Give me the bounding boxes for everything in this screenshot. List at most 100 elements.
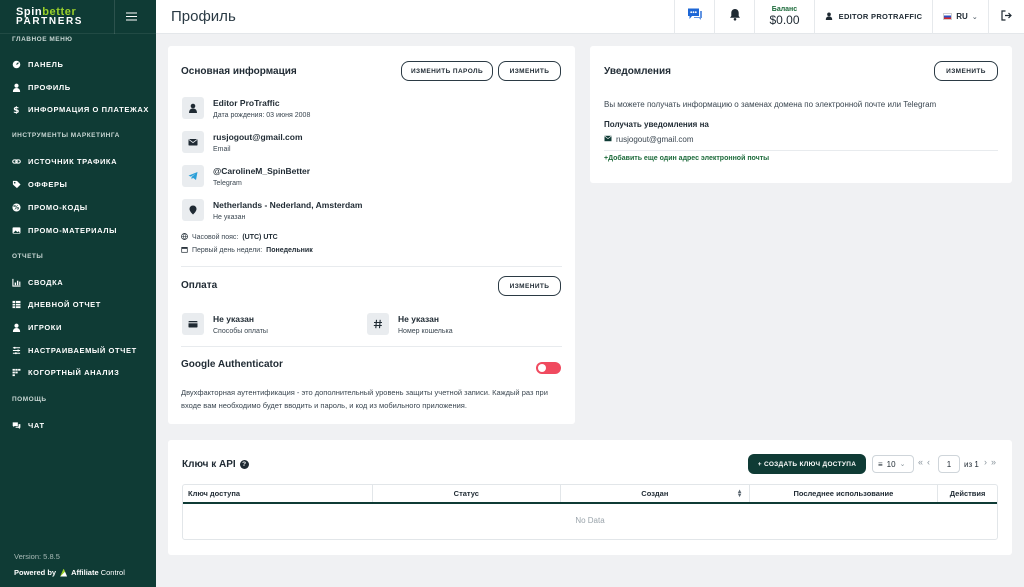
column-header-status[interactable]: Статус bbox=[373, 485, 562, 502]
bar-chart-icon bbox=[12, 278, 21, 287]
sidebar-item-summary[interactable]: СВОДКА bbox=[0, 273, 156, 291]
calendar-icon bbox=[181, 246, 188, 255]
user-full-name: Editor ProTraffic bbox=[213, 98, 280, 108]
cohort-icon bbox=[12, 368, 21, 377]
page-size-select[interactable]: ≡ 10 ⌄ bbox=[872, 455, 914, 473]
tag-icon bbox=[12, 180, 21, 189]
globe-icon bbox=[181, 233, 188, 242]
create-api-key-button[interactable]: + СОЗДАТЬ КЛЮЧ ДОСТУПА bbox=[748, 454, 866, 474]
brand-logo[interactable]: Spinbetter PARTNERS bbox=[16, 6, 83, 27]
sidebar-item-daily-report[interactable]: ДНЕВНОЙ ОТЧЕТ bbox=[0, 295, 156, 313]
wallet-number-row: Не указан Номер кошелька bbox=[367, 313, 453, 335]
column-header-created[interactable]: Создан ▲ ▼ bbox=[561, 485, 750, 502]
prev-page-icon[interactable]: ‹ bbox=[927, 457, 930, 467]
api-key-title: Ключ к API ? bbox=[182, 459, 249, 470]
affiliate-control-logo-icon bbox=[60, 568, 68, 577]
sidebar-item-cohort-analysis[interactable]: КОГОРТНЫЙ АНАЛИЗ bbox=[0, 363, 156, 381]
telegram-label: Telegram bbox=[213, 180, 242, 187]
section-title-reports: ОТЧЕТЫ bbox=[12, 253, 44, 260]
week-start-line: Первый день недели: Понедельник bbox=[181, 246, 313, 255]
edit-basic-info-button[interactable]: ИЗМЕНИТЬ bbox=[498, 61, 561, 81]
language-selector[interactable]: RU ⌄ bbox=[932, 0, 988, 34]
user-icon bbox=[12, 323, 21, 332]
top-bar: Профиль Баланс $0.00 EDITOR PROTRAFFIC R… bbox=[156, 0, 1024, 34]
logout-button[interactable] bbox=[988, 0, 1024, 34]
svg-text:%: % bbox=[13, 205, 19, 211]
sidebar-header: Spinbetter PARTNERS bbox=[0, 0, 156, 34]
sidebar-item-players[interactable]: ИГРОКИ bbox=[0, 318, 156, 336]
wallet-icon bbox=[182, 313, 204, 335]
two-factor-toggle[interactable] bbox=[536, 362, 561, 374]
map-pin-icon bbox=[182, 199, 204, 221]
sidebar-item-chat[interactable]: ЧАТ bbox=[0, 416, 156, 434]
sliders-icon bbox=[12, 346, 21, 355]
sidebar-item-custom-report[interactable]: НАСТРАИВАЕМЫЙ ОТЧЕТ bbox=[0, 341, 156, 359]
section-title-help: ПОМОЩЬ bbox=[12, 396, 47, 403]
column-header-access-key[interactable]: Ключ доступа bbox=[183, 485, 373, 502]
hamburger-icon bbox=[126, 15, 137, 18]
payment-method-row: Не указан Способы оплаты bbox=[182, 313, 268, 335]
telegram-row: @CarolineM_SpinBetter Telegram bbox=[182, 165, 310, 187]
two-factor-description: Двухфакторная аутентификация - это допол… bbox=[181, 388, 548, 410]
profile-card: Основная информация ИЗМЕНИТЬ ПАРОЛЬ ИЗМЕ… bbox=[168, 46, 575, 424]
divider bbox=[604, 150, 998, 151]
page-title: Профиль bbox=[171, 8, 236, 25]
notifications-button[interactable] bbox=[714, 0, 754, 34]
balance-widget[interactable]: Баланс $0.00 bbox=[754, 0, 814, 34]
sort-icon[interactable]: ▲ ▼ bbox=[737, 489, 743, 499]
sidebar-item-traffic-source[interactable]: ИСТОЧНИК ТРАФИКА bbox=[0, 152, 156, 170]
divider bbox=[181, 346, 562, 347]
change-password-button[interactable]: ИЗМЕНИТЬ ПАРОЛЬ bbox=[401, 61, 493, 81]
chat-icon bbox=[12, 421, 21, 430]
help-icon[interactable]: ? bbox=[239, 460, 249, 469]
location-value: Netherlands - Nederland, Amsterdam bbox=[213, 200, 363, 210]
user-menu[interactable]: EDITOR PROTRAFFIC bbox=[814, 0, 932, 34]
email-value: rusjogout@gmail.com bbox=[213, 132, 303, 142]
chat-bubble-icon bbox=[687, 7, 703, 26]
api-keys-table: Ключ доступа Статус Создан ▲ ▼ Последнее … bbox=[182, 484, 998, 540]
page-number-input[interactable]: 1 bbox=[938, 455, 960, 473]
name-row: Editor ProTraffic Дата рождения: 03 июня … bbox=[182, 97, 310, 119]
basic-info-title: Основная информация bbox=[181, 66, 297, 77]
image-icon bbox=[12, 226, 21, 235]
user-icon bbox=[12, 83, 21, 92]
hash-icon bbox=[367, 313, 389, 335]
sidebar-item-promo-codes[interactable]: % ПРОМО-КОДЫ bbox=[0, 198, 156, 216]
edit-payment-button[interactable]: ИЗМЕНИТЬ bbox=[498, 276, 561, 296]
list-icon: ≡ bbox=[878, 459, 883, 469]
add-email-link[interactable]: +Добавить еще один адрес электронной поч… bbox=[604, 155, 769, 162]
notification-email-row: rusjogout@gmail.com bbox=[604, 135, 693, 144]
column-header-actions: Действия bbox=[949, 489, 986, 498]
section-title-marketing: ИНСТРУМЕНТЫ МАРКЕТИНГА bbox=[12, 132, 120, 139]
telegram-icon bbox=[182, 165, 204, 187]
edit-notifications-button[interactable]: ИЗМЕНИТЬ bbox=[934, 61, 998, 81]
payment-method-label: Способы оплаты bbox=[213, 328, 268, 335]
language-code: RU bbox=[956, 12, 968, 21]
version-text: Version: 5.8.5 bbox=[14, 552, 60, 561]
first-page-icon[interactable]: « bbox=[918, 457, 923, 467]
notifications-description: Вы можете получать информацию о заменах … bbox=[604, 100, 937, 109]
bell-icon bbox=[729, 8, 741, 26]
user-icon bbox=[825, 12, 833, 22]
chevron-down-icon: ⌄ bbox=[899, 461, 906, 468]
next-page-icon[interactable]: › bbox=[984, 457, 987, 467]
russian-flag-icon bbox=[943, 13, 953, 20]
email-row: rusjogout@gmail.com Email bbox=[182, 131, 303, 153]
svg-text:$: $ bbox=[13, 106, 20, 114]
sidebar-item-offers[interactable]: ОФФЕРЫ bbox=[0, 175, 156, 193]
empty-table-message: No Data bbox=[575, 516, 605, 525]
support-chat-button[interactable] bbox=[674, 0, 714, 34]
sidebar-item-dashboard[interactable]: ПАНЕЛЬ bbox=[0, 55, 156, 73]
birth-date: Дата рождения: 03 июня 2008 bbox=[213, 112, 311, 119]
last-page-icon[interactable]: » bbox=[991, 457, 996, 467]
timezone-line: Часовой пояс: (UTC) UTC bbox=[181, 233, 278, 242]
payment-title: Оплата bbox=[181, 280, 218, 291]
sidebar-item-promo-materials[interactable]: ПРОМО-МАТЕРИАЛЫ bbox=[0, 221, 156, 239]
menu-toggle-button[interactable] bbox=[114, 0, 148, 34]
sidebar-item-profile[interactable]: ПРОФИЛЬ bbox=[0, 78, 156, 96]
column-header-last-used[interactable]: Последнее использование bbox=[750, 485, 939, 502]
sidebar-item-payments[interactable]: $ ИНФОРМАЦИЯ О ПЛАТЕЖАХ bbox=[0, 100, 156, 118]
section-title-main: ГЛАВНОЕ МЕНЮ bbox=[12, 36, 73, 43]
balance-value: $0.00 bbox=[769, 13, 800, 27]
envelope-icon bbox=[604, 135, 612, 144]
